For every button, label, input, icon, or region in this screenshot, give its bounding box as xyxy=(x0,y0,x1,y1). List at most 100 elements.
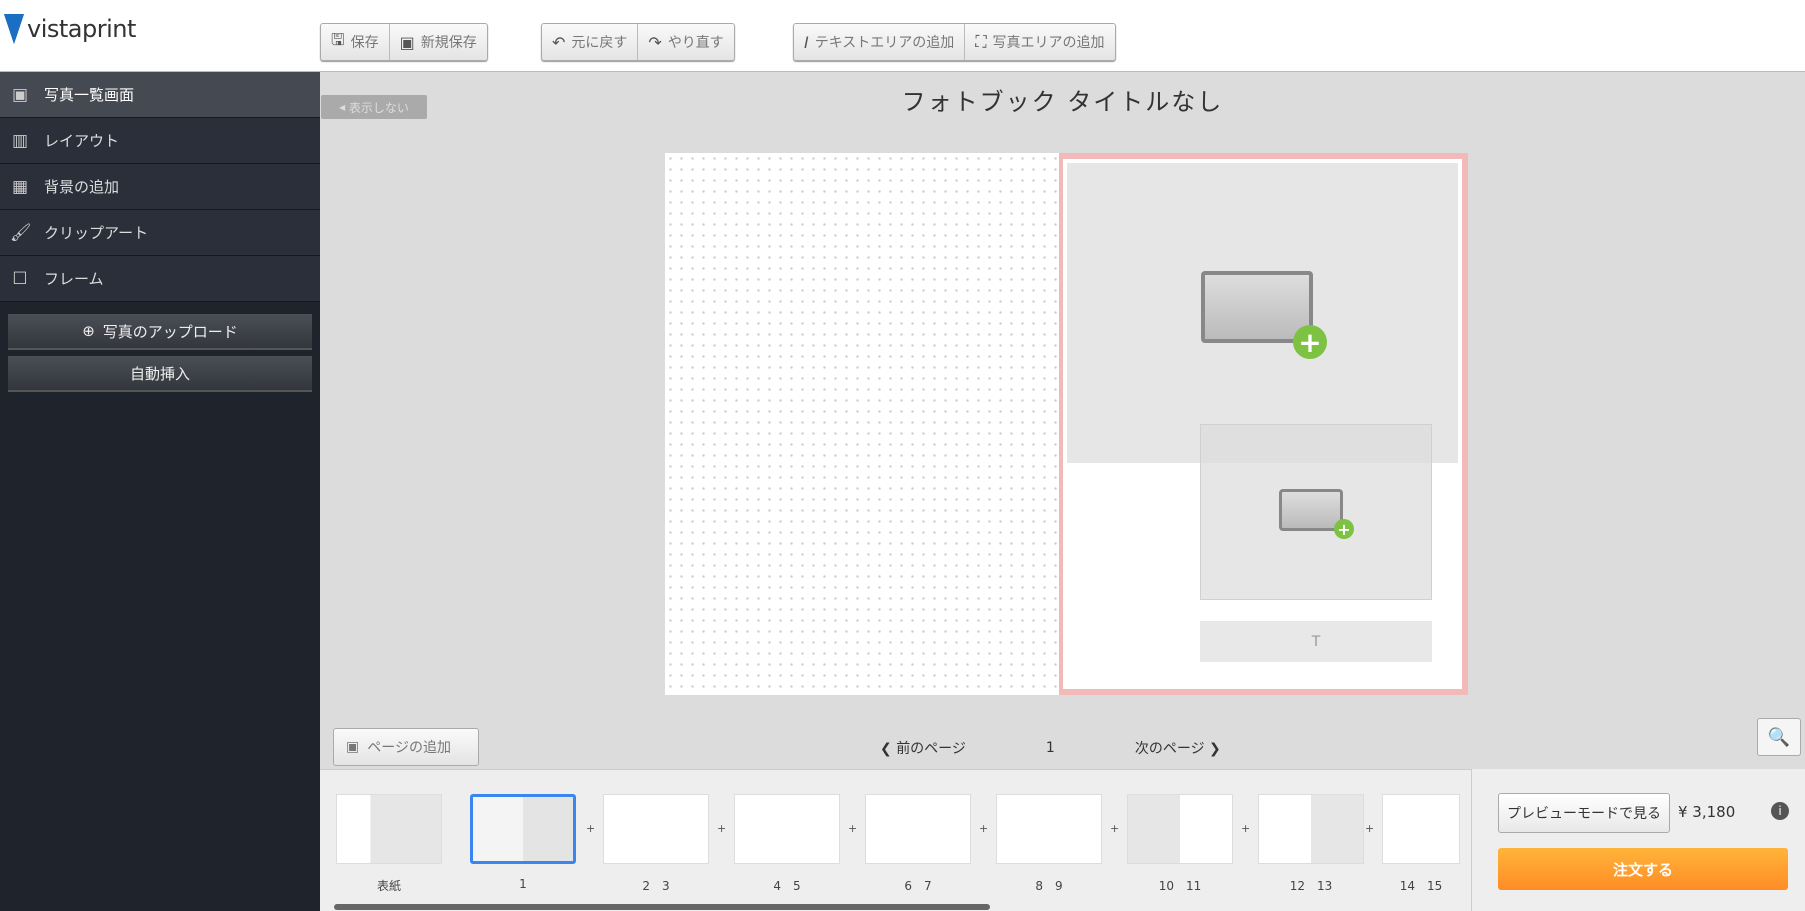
auto-insert-button[interactable]: 自動挿入 xyxy=(8,356,312,392)
brush-icon: 🖌 xyxy=(10,222,32,243)
sidebar-item-clipart[interactable]: 🖌 クリップアート xyxy=(0,210,320,256)
thumbnail-label: 2 3 xyxy=(642,879,670,893)
undo-icon: ↶ xyxy=(552,32,566,52)
photo-area-large[interactable]: + xyxy=(1067,163,1458,463)
preview-mode-button[interactable]: プレビューモードで見る xyxy=(1498,793,1670,833)
thumbnail-label: 10 11 xyxy=(1158,879,1202,893)
history-group: ↶ 元に戻す ↷ やり直す xyxy=(541,23,735,61)
right-page[interactable]: + + T xyxy=(1059,153,1468,695)
top-bar: vistaprint 🖫 保存 ▣ 新規保存 ↶ 元に戻す ↷ やり直す I テキストエリ… xyxy=(0,0,1805,72)
sidebar-item-label: フレーム xyxy=(44,270,104,288)
spread-canvas: + + T xyxy=(665,153,1468,695)
photo-list-icon: ▣ xyxy=(11,84,29,105)
order-button[interactable]: 注文する xyxy=(1498,848,1788,890)
text-area[interactable]: T xyxy=(1200,621,1432,662)
save-button[interactable]: 🖫 保存 xyxy=(321,24,390,60)
page-navigation: ❮ 前のページ 1 次のページ ❯ xyxy=(880,738,1221,758)
insert-page-icon[interactable]: + xyxy=(717,822,726,835)
add-photo-area-button[interactable]: ⛶ 写真エリアの追加 xyxy=(965,24,1114,60)
page-thumbnail-strip: + + + + + + + 表紙 1 2 3 4 5 6 7 8 9 10 11… xyxy=(320,769,1472,911)
thumbnail-page-1[interactable] xyxy=(470,794,576,864)
photo-area-icon: ⛶ xyxy=(975,32,987,51)
layout-icon: ▥ xyxy=(11,130,29,151)
add-text-label: テキストエリアの追加 xyxy=(814,35,955,51)
next-page-link[interactable]: 次のページ ❯ xyxy=(1135,738,1221,758)
thumbnail-label: 表紙 xyxy=(376,879,401,893)
logo-text: vistaprint xyxy=(27,15,136,43)
thumbnail-label: 12 13 xyxy=(1289,879,1333,893)
thumbnail-label: 14 15 xyxy=(1399,879,1443,893)
horizontal-scrollbar[interactable] xyxy=(334,904,990,910)
thumbnail-page-12-13[interactable] xyxy=(1258,794,1364,864)
add-page-button[interactable]: ▣ ページの追加 xyxy=(333,728,479,766)
upload-label: 写真のアップロード xyxy=(102,322,238,341)
photobook-title[interactable]: フォトブック タイトルなし xyxy=(320,82,1805,117)
undo-label: 元に戻す xyxy=(571,35,628,51)
thumbnail-label: 6 7 xyxy=(904,879,932,893)
insert-page-icon[interactable]: + xyxy=(586,822,595,835)
insert-page-icon[interactable]: + xyxy=(1365,822,1374,835)
add-icon: + xyxy=(1293,325,1327,359)
thumbnail-page-2-3[interactable] xyxy=(603,794,709,864)
image-placeholder-icon xyxy=(1279,489,1343,531)
save-label: 保存 xyxy=(350,35,379,51)
thumbnail-cover[interactable] xyxy=(336,794,442,864)
sidebar-item-label: クリップアート xyxy=(44,224,149,242)
info-icon[interactable]: i xyxy=(1771,802,1789,820)
save-new-label: 新規保存 xyxy=(420,35,477,51)
sidebar-item-frame[interactable]: ☐ フレーム xyxy=(0,256,320,302)
save-new-icon: ▣ xyxy=(399,32,415,52)
next-label: 次のページ xyxy=(1134,741,1205,757)
sidebar-item-layout[interactable]: ▥ レイアウト xyxy=(0,118,320,164)
sidebar-item-photo-list[interactable]: ▣ 写真一覧画面 xyxy=(0,72,320,118)
frame-icon: ☐ xyxy=(12,268,28,289)
thumbnail-label: 8 9 xyxy=(1035,879,1063,893)
add-page-label: ページの追加 xyxy=(367,740,451,756)
save-new-button[interactable]: ▣ 新規保存 xyxy=(390,24,487,60)
thumbnail-label: 4 5 xyxy=(773,879,801,893)
background-icon: ▦ xyxy=(11,176,29,197)
photo-area-small[interactable]: + xyxy=(1200,424,1432,600)
add-page-icon: ▣ xyxy=(346,739,360,755)
vistaprint-logo[interactable]: vistaprint xyxy=(4,14,136,44)
logo-mark-icon xyxy=(4,14,24,44)
add-photo-label: 写真エリアの追加 xyxy=(992,35,1105,51)
undo-button[interactable]: ↶ 元に戻す xyxy=(542,24,639,60)
order-panel: プレビューモードで見る ¥ 3,180 i 注文する xyxy=(1472,769,1805,911)
magnifier-icon: 🔍 xyxy=(1767,726,1791,748)
sidebar-item-label: 写真一覧画面 xyxy=(44,86,135,104)
insert-page-icon[interactable]: + xyxy=(848,822,857,835)
current-page: 1 xyxy=(1045,740,1055,756)
insert-group: I テキストエリアの追加 ⛶ 写真エリアの追加 xyxy=(793,23,1116,61)
add-text-area-button[interactable]: I テキストエリアの追加 xyxy=(794,24,966,60)
text-icon: T xyxy=(1311,633,1321,650)
redo-label: やり直す xyxy=(667,35,724,51)
save-icon: 🖫 xyxy=(331,29,345,49)
insert-page-icon[interactable]: + xyxy=(979,822,988,835)
sidebar-item-label: 背景の追加 xyxy=(44,178,120,196)
prev-page-link[interactable]: ❮ 前のページ xyxy=(880,738,966,758)
sidebar-item-background[interactable]: ▦ 背景の追加 xyxy=(0,164,320,210)
thumbnail-page-10-11[interactable] xyxy=(1127,794,1233,864)
add-icon: + xyxy=(1334,519,1354,539)
redo-icon: ↷ xyxy=(648,32,662,52)
insert-page-icon[interactable]: + xyxy=(1241,822,1250,835)
thumbnail-page-4-5[interactable] xyxy=(734,794,840,864)
sidebar: ▣ 写真一覧画面 ▥ レイアウト ▦ 背景の追加 🖌 クリップアート ☐ フレーム ⊕ 写真… xyxy=(0,72,320,911)
thumbnail-label: 1 xyxy=(519,877,527,891)
thumbnail-page-6-7[interactable] xyxy=(865,794,971,864)
plus-circle-icon: ⊕ xyxy=(82,322,95,340)
price: ¥ 3,180 xyxy=(1678,803,1736,821)
thumbnail-page-8-9[interactable] xyxy=(996,794,1102,864)
thumbnail-page-14-15[interactable] xyxy=(1382,794,1460,864)
redo-button[interactable]: ↷ やり直す xyxy=(638,24,733,60)
text-cursor-icon: I xyxy=(804,32,809,52)
prev-label: 前のページ xyxy=(896,741,966,757)
upload-photos-button[interactable]: ⊕ 写真のアップロード xyxy=(8,314,312,350)
auto-insert-label: 自動挿入 xyxy=(129,364,190,383)
save-group: 🖫 保存 ▣ 新規保存 xyxy=(320,23,488,61)
zoom-button[interactable]: 🔍 xyxy=(1757,718,1801,756)
left-page[interactable] xyxy=(665,153,1059,695)
insert-page-icon[interactable]: + xyxy=(1110,822,1119,835)
sidebar-item-label: レイアウト xyxy=(44,132,120,150)
